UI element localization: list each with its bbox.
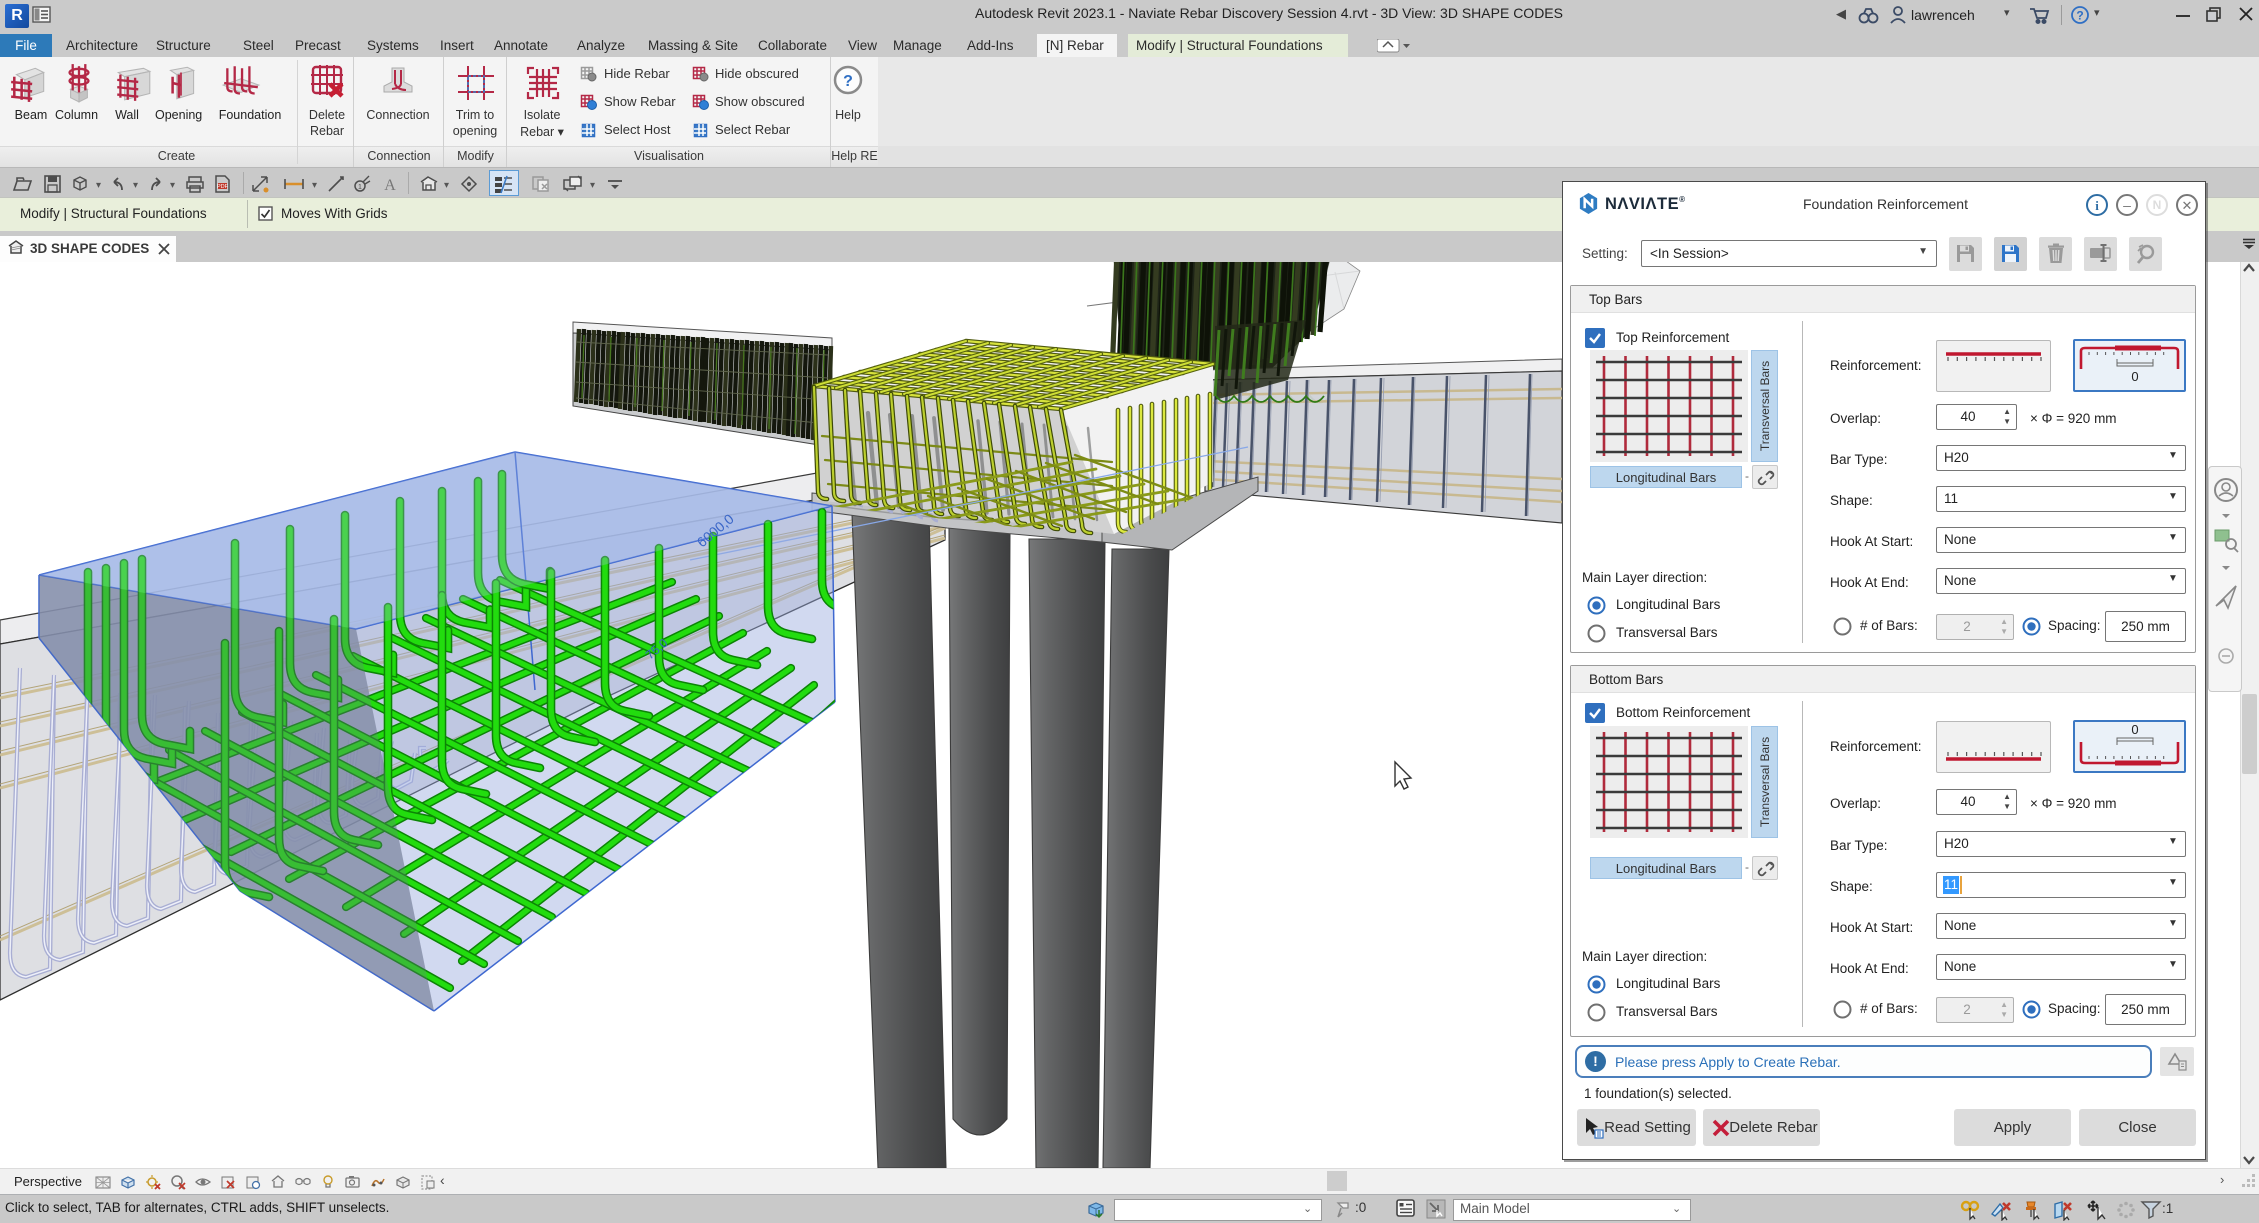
- svg-text:PDF: PDF: [217, 184, 229, 190]
- svg-text:1: 1: [358, 184, 362, 191]
- svg-text:0: 0: [2131, 722, 2138, 737]
- svg-text:?: ?: [2076, 9, 2083, 23]
- svg-text:A: A: [384, 177, 396, 194]
- svg-text:0: 0: [2131, 369, 2138, 384]
- svg-text:?: ?: [843, 73, 853, 90]
